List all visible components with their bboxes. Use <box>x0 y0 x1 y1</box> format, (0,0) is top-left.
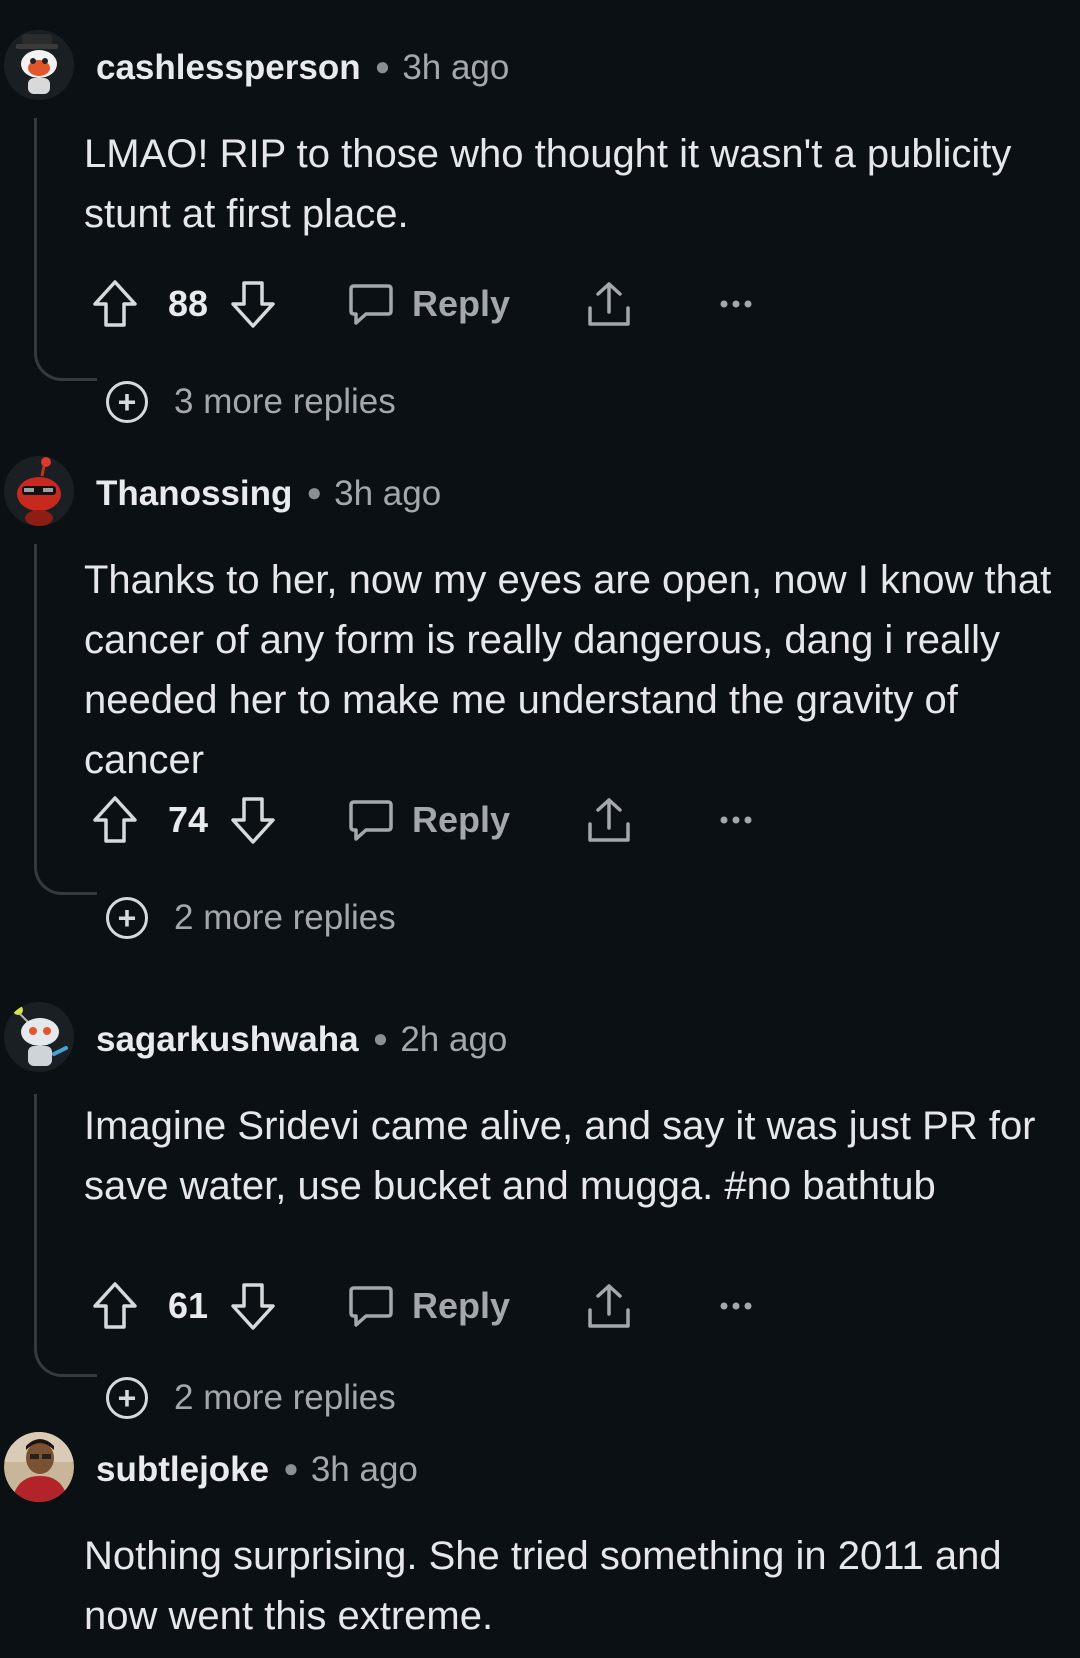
avatar[interactable] <box>4 1002 74 1072</box>
share-upload-icon <box>588 798 630 842</box>
comment-body: Thanks to her, now my eyes are open, now… <box>84 558 1052 782</box>
downvote-arrow-icon <box>231 1283 275 1330</box>
avatar[interactable] <box>4 30 74 100</box>
upvote-arrow-icon <box>93 280 137 327</box>
timestamp: 3h ago <box>334 474 442 513</box>
vote-score: 88 <box>168 283 209 324</box>
comment-actions: 74 Reply <box>92 790 792 850</box>
separator-dot: ● <box>306 477 323 507</box>
downvote-arrow-icon <box>231 281 275 328</box>
username[interactable]: sagarkushwaha <box>96 1020 359 1059</box>
reply-label: Reply <box>412 1285 511 1326</box>
comment-body: Imagine Sridevi came alive, and say it w… <box>84 1104 1036 1208</box>
overflow-menu-button[interactable] <box>720 790 752 850</box>
reply-label: Reply <box>412 283 511 324</box>
share-button[interactable] <box>586 790 632 850</box>
downvote-button[interactable] <box>230 1276 276 1336</box>
snoo-avatar-robot-icon <box>4 1002 74 1072</box>
more-replies-label: 3 more replies <box>174 382 396 421</box>
avatar[interactable] <box>4 456 74 526</box>
reply-button[interactable]: Reply <box>348 1276 510 1336</box>
snoo-avatar-hat-icon <box>4 30 74 100</box>
comment-actions: 61 Reply <box>92 1276 792 1336</box>
plus-circle-icon: + <box>106 381 148 423</box>
share-button[interactable] <box>586 274 632 334</box>
reply-button[interactable]: Reply <box>348 274 510 334</box>
share-button[interactable] <box>586 1276 632 1336</box>
timestamp: 3h ago <box>310 1450 418 1489</box>
separator-dot: ● <box>283 1453 299 1483</box>
more-replies-button[interactable]: + 2 more replies <box>106 892 396 944</box>
ellipsis-icon <box>720 1302 752 1310</box>
upvote-button[interactable] <box>92 790 138 850</box>
comment-actions: 88 Reply <box>92 274 792 334</box>
share-upload-icon <box>588 282 630 326</box>
comment-header: Thanossing ● 3h ago <box>96 472 441 514</box>
timestamp: 2h ago <box>400 1020 508 1059</box>
ellipsis-icon <box>720 816 752 824</box>
comment-header: subtlejoke ● 3h ago <box>96 1448 418 1490</box>
upvote-arrow-icon <box>93 796 137 843</box>
avatar[interactable] <box>4 1432 74 1502</box>
ellipsis-icon <box>720 300 752 308</box>
downvote-button[interactable] <box>230 274 276 334</box>
snoo-avatar-red-sunglasses-icon <box>4 456 74 526</box>
comment-body: LMAO! RIP to those who thought it wasn't… <box>84 132 1012 236</box>
reply-button[interactable]: Reply <box>348 790 510 850</box>
overflow-menu-button[interactable] <box>720 1276 752 1336</box>
timestamp: 3h ago <box>402 48 510 87</box>
plus-circle-icon: + <box>106 1377 148 1419</box>
upvote-arrow-icon <box>93 1282 137 1329</box>
plus-circle-icon: + <box>106 897 148 939</box>
more-replies-label: 2 more replies <box>174 898 396 937</box>
username[interactable]: Thanossing <box>96 474 292 513</box>
downvote-arrow-icon <box>231 797 275 844</box>
username[interactable]: subtlejoke <box>96 1450 269 1489</box>
upvote-button[interactable] <box>92 274 138 334</box>
user-photo-avatar <box>4 1432 74 1502</box>
share-upload-icon <box>588 1284 630 1328</box>
vote-score: 74 <box>168 799 209 840</box>
more-replies-label: 2 more replies <box>174 1378 396 1417</box>
comment-body: Nothing surprising. She tried something … <box>84 1534 1002 1638</box>
reply-label: Reply <box>412 799 511 840</box>
more-replies-button[interactable]: + 2 more replies <box>106 1372 396 1424</box>
comment-header: cashlessperson ● 3h ago <box>96 46 509 88</box>
username[interactable]: cashlessperson <box>96 48 361 87</box>
vote-score: 61 <box>168 1285 209 1326</box>
more-replies-button[interactable]: + 3 more replies <box>106 376 396 428</box>
upvote-button[interactable] <box>92 1276 138 1336</box>
separator-dot: ● <box>372 1023 389 1053</box>
speech-bubble-icon <box>349 800 393 841</box>
comment-header: sagarkushwaha ● 2h ago <box>96 1018 507 1060</box>
separator-dot: ● <box>374 51 391 81</box>
downvote-button[interactable] <box>230 790 276 850</box>
speech-bubble-icon <box>349 284 393 325</box>
speech-bubble-icon <box>349 1286 393 1327</box>
overflow-menu-button[interactable] <box>720 274 752 334</box>
